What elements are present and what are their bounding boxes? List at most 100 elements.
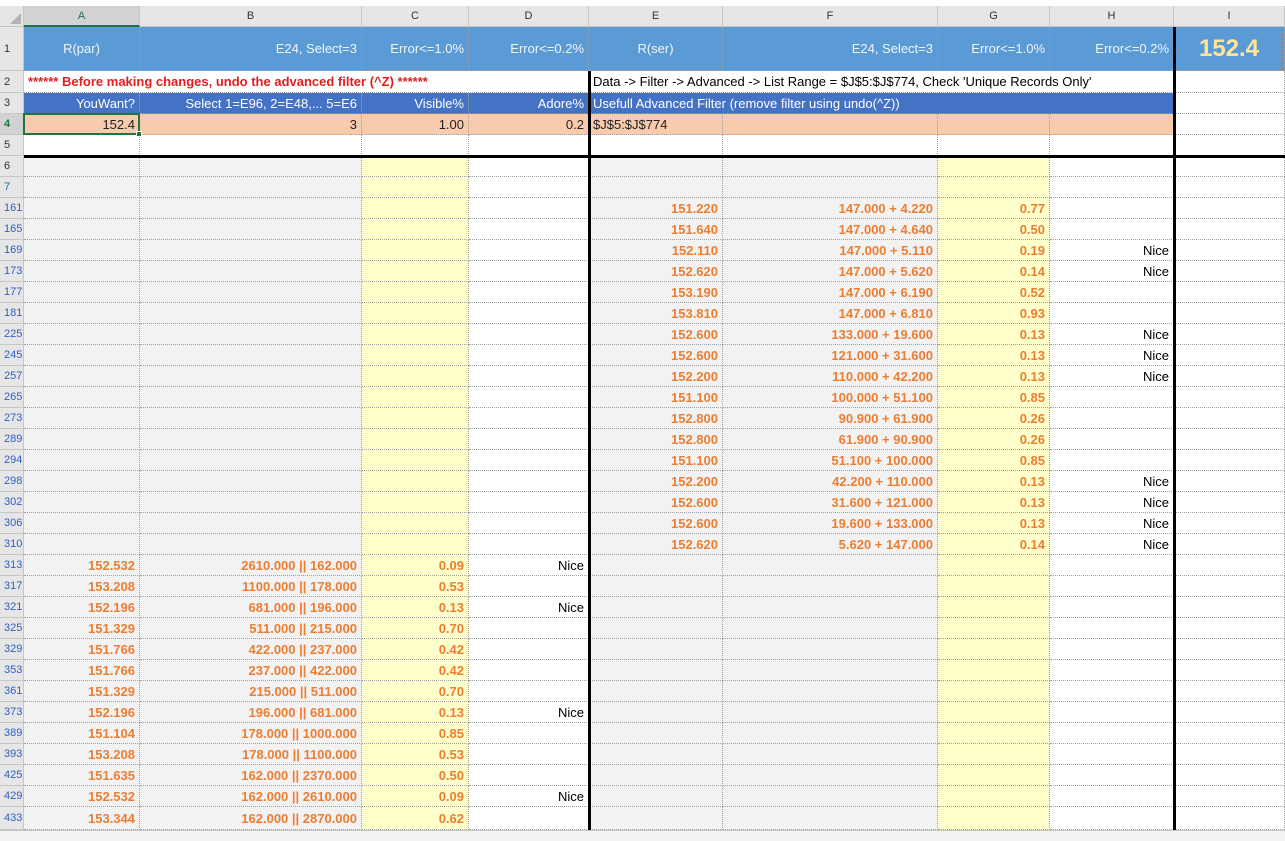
cell-c177[interactable] xyxy=(362,282,469,303)
cell-d298[interactable] xyxy=(469,471,589,492)
cell-c265[interactable] xyxy=(362,387,469,408)
par-nice-flag[interactable]: Nice xyxy=(469,597,589,618)
ser-combination[interactable]: 147.000 + 5.110 xyxy=(723,240,938,261)
label-visible-percent[interactable]: Visible% xyxy=(362,93,469,114)
cell-i5[interactable] xyxy=(1174,135,1285,156)
ser-nice-flag[interactable]: Nice xyxy=(1050,366,1174,387)
cell-g4[interactable] xyxy=(938,114,1050,135)
cell-g361[interactable] xyxy=(938,681,1050,702)
ser-nice-flag[interactable] xyxy=(1050,408,1174,429)
cell-e321[interactable] xyxy=(589,597,723,618)
cell-i265[interactable] xyxy=(1174,387,1285,408)
ser-error-percent[interactable]: 0.13 xyxy=(938,492,1050,513)
ser-combination[interactable]: 51.100 + 100.000 xyxy=(723,450,938,471)
cell-i2[interactable] xyxy=(1174,71,1285,93)
ser-error-percent[interactable]: 0.85 xyxy=(938,450,1050,471)
cell-i181[interactable] xyxy=(1174,303,1285,324)
cell-f433[interactable] xyxy=(723,807,938,830)
par-error-percent[interactable]: 0.42 xyxy=(362,660,469,681)
cell-f329[interactable] xyxy=(723,639,938,660)
cell-a177[interactable] xyxy=(24,282,140,303)
cell-h353[interactable] xyxy=(1050,660,1174,681)
ser-result-value[interactable]: 151.100 xyxy=(589,450,723,471)
row-header-273[interactable]: 273 xyxy=(0,408,24,429)
cell-i302[interactable] xyxy=(1174,492,1285,513)
cell-b225[interactable] xyxy=(140,324,362,345)
cell-a265[interactable] xyxy=(24,387,140,408)
cell-b302[interactable] xyxy=(140,492,362,513)
cell-g433[interactable] xyxy=(938,807,1050,830)
cell-h393[interactable] xyxy=(1050,744,1174,765)
row-header-361[interactable]: 361 xyxy=(0,681,24,702)
cell-e373[interactable] xyxy=(589,702,723,723)
ser-nice-flag[interactable]: Nice xyxy=(1050,345,1174,366)
cell-c257[interactable] xyxy=(362,366,469,387)
ser-error-percent[interactable]: 0.13 xyxy=(938,366,1050,387)
row-header-393[interactable]: 393 xyxy=(0,744,24,765)
cell-i225[interactable] xyxy=(1174,324,1285,345)
ser-error-percent[interactable]: 0.85 xyxy=(938,387,1050,408)
ser-result-value[interactable]: 152.600 xyxy=(589,492,723,513)
cell-i325[interactable] xyxy=(1174,618,1285,639)
par-result-value[interactable]: 152.532 xyxy=(24,555,140,576)
row-header-425[interactable]: 425 xyxy=(0,765,24,786)
ser-combination[interactable]: 90.900 + 61.900 xyxy=(723,408,938,429)
par-error-percent[interactable]: 0.53 xyxy=(362,744,469,765)
cell-c302[interactable] xyxy=(362,492,469,513)
cell-e317[interactable] xyxy=(589,576,723,597)
cell-b257[interactable] xyxy=(140,366,362,387)
input-visible-percent[interactable]: 1.00 xyxy=(362,114,469,135)
target-value-display[interactable]: 152.4 xyxy=(1174,27,1285,71)
row-header-173[interactable]: 173 xyxy=(0,261,24,282)
par-nice-flag[interactable] xyxy=(469,744,589,765)
par-result-value[interactable]: 152.196 xyxy=(24,597,140,618)
row-header-294[interactable]: 294 xyxy=(0,450,24,471)
cell-i310[interactable] xyxy=(1174,534,1285,555)
cell-i6[interactable] xyxy=(1174,156,1285,177)
cell-i177[interactable] xyxy=(1174,282,1285,303)
cell-a7[interactable] xyxy=(24,177,140,198)
header-d[interactable]: Error<=0.2% xyxy=(469,27,589,71)
par-error-percent[interactable]: 0.62 xyxy=(362,807,469,830)
par-nice-flag[interactable] xyxy=(469,807,589,830)
row-header-289[interactable]: 289 xyxy=(0,429,24,450)
cell-i329[interactable] xyxy=(1174,639,1285,660)
cell-f317[interactable] xyxy=(723,576,938,597)
cell-i273[interactable] xyxy=(1174,408,1285,429)
ser-error-percent[interactable]: 0.77 xyxy=(938,198,1050,219)
row-header-317[interactable]: 317 xyxy=(0,576,24,597)
cell-a169[interactable] xyxy=(24,240,140,261)
column-header-h[interactable]: H xyxy=(1050,6,1174,27)
cell-i7[interactable] xyxy=(1174,177,1285,198)
cell-h361[interactable] xyxy=(1050,681,1174,702)
ser-result-value[interactable]: 153.190 xyxy=(589,282,723,303)
ser-error-percent[interactable]: 0.26 xyxy=(938,429,1050,450)
ser-nice-flag[interactable]: Nice xyxy=(1050,240,1174,261)
ser-combination[interactable]: 147.000 + 6.190 xyxy=(723,282,938,303)
ser-result-value[interactable]: 152.110 xyxy=(589,240,723,261)
ser-nice-flag[interactable]: Nice xyxy=(1050,261,1174,282)
row-header-329[interactable]: 329 xyxy=(0,639,24,660)
sheet-tabs-bar[interactable] xyxy=(0,830,1285,841)
cell-e433[interactable] xyxy=(589,807,723,830)
cell-h6[interactable] xyxy=(1050,156,1174,177)
cell-f321[interactable] xyxy=(723,597,938,618)
cell-c165[interactable] xyxy=(362,219,469,240)
ser-result-value[interactable]: 152.600 xyxy=(589,345,723,366)
column-header-a[interactable]: A xyxy=(24,6,140,27)
cell-f361[interactable] xyxy=(723,681,938,702)
column-header-b[interactable]: B xyxy=(140,6,362,27)
cell-c298[interactable] xyxy=(362,471,469,492)
par-error-percent[interactable]: 0.53 xyxy=(362,576,469,597)
cell-a310[interactable] xyxy=(24,534,140,555)
row-header-306[interactable]: 306 xyxy=(0,513,24,534)
par-combination[interactable]: 178.000 || 1000.000 xyxy=(140,723,362,744)
par-result-value[interactable]: 151.766 xyxy=(24,639,140,660)
row-header-321[interactable]: 321 xyxy=(0,597,24,618)
cell-g425[interactable] xyxy=(938,765,1050,786)
ser-result-value[interactable]: 152.800 xyxy=(589,429,723,450)
cell-i393[interactable] xyxy=(1174,744,1285,765)
cell-b177[interactable] xyxy=(140,282,362,303)
ser-result-value[interactable]: 152.800 xyxy=(589,408,723,429)
cell-d169[interactable] xyxy=(469,240,589,261)
